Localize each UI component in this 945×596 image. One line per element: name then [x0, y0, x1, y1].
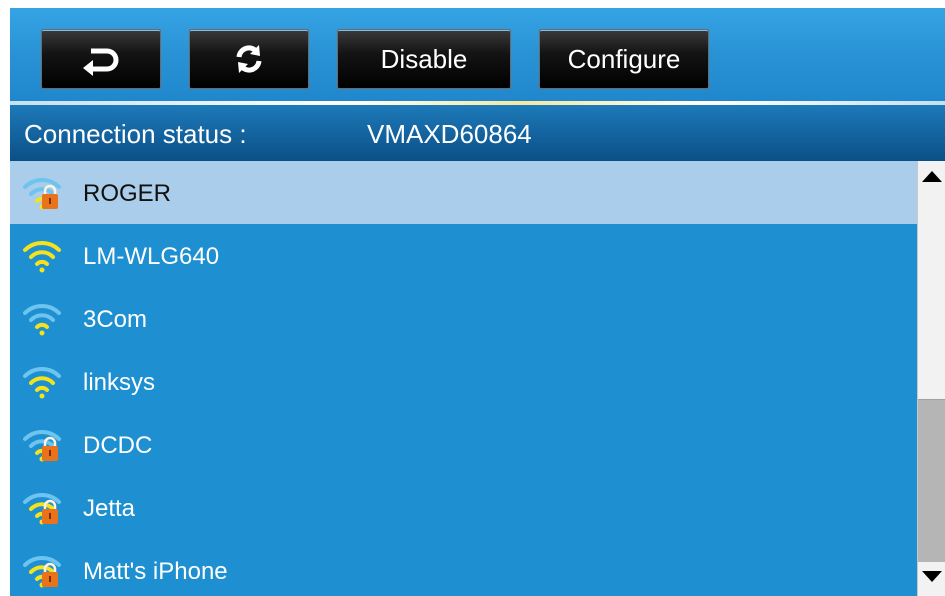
secured-wifi-icon — [22, 427, 62, 463]
network-row[interactable]: LM-WLG640 — [10, 224, 917, 287]
scroll-up-button[interactable] — [918, 161, 945, 195]
refresh-button[interactable] — [189, 29, 309, 89]
network-row[interactable]: Matt's iPhone — [10, 539, 917, 596]
scroll-down-button[interactable] — [918, 562, 945, 596]
connection-status-label: Connection status : — [24, 119, 247, 149]
configure-button-label: Configure — [567, 43, 681, 74]
refresh-icon — [232, 42, 266, 76]
network-list: ROGER LM-WLG640 3Com linksys DCDC Jetta Matt's… — [10, 161, 917, 596]
disable-button[interactable]: Disable — [337, 29, 511, 89]
network-name: 3Com — [83, 306, 148, 333]
scroll-up-arrow-icon — [921, 169, 943, 188]
scrollbar-thumb[interactable] — [918, 399, 945, 562]
disable-button-label: Disable — [380, 43, 468, 74]
network-row[interactable]: DCDC — [10, 413, 917, 476]
connection-status-value: VMAXD60864 — [367, 119, 532, 149]
scrollbar[interactable] — [917, 161, 945, 596]
network-name: LM-WLG640 — [83, 243, 220, 270]
network-row[interactable]: Jetta — [10, 476, 917, 539]
network-name: DCDC — [83, 432, 153, 459]
network-name: Jetta — [83, 495, 136, 522]
network-row[interactable]: 3Com — [10, 287, 917, 350]
network-name: ROGER — [83, 180, 172, 207]
secured-wifi-icon — [22, 175, 62, 211]
wifi-icon — [22, 364, 62, 400]
return-arrow-icon — [81, 42, 121, 76]
configure-button[interactable]: Configure — [539, 29, 709, 89]
scroll-down-arrow-icon — [921, 570, 943, 589]
connection-status-bar: Connection status : VMAXD60864 — [10, 105, 945, 161]
network-name: linksys — [83, 369, 156, 396]
secured-wifi-icon — [22, 553, 62, 589]
secured-wifi-icon — [22, 490, 62, 526]
network-row[interactable]: linksys — [10, 350, 917, 413]
back-button[interactable] — [41, 29, 161, 89]
network-name: Matt's iPhone — [83, 558, 228, 585]
wifi-icon — [22, 301, 62, 337]
wifi-icon — [22, 238, 62, 274]
network-row[interactable]: ROGER — [10, 161, 917, 224]
